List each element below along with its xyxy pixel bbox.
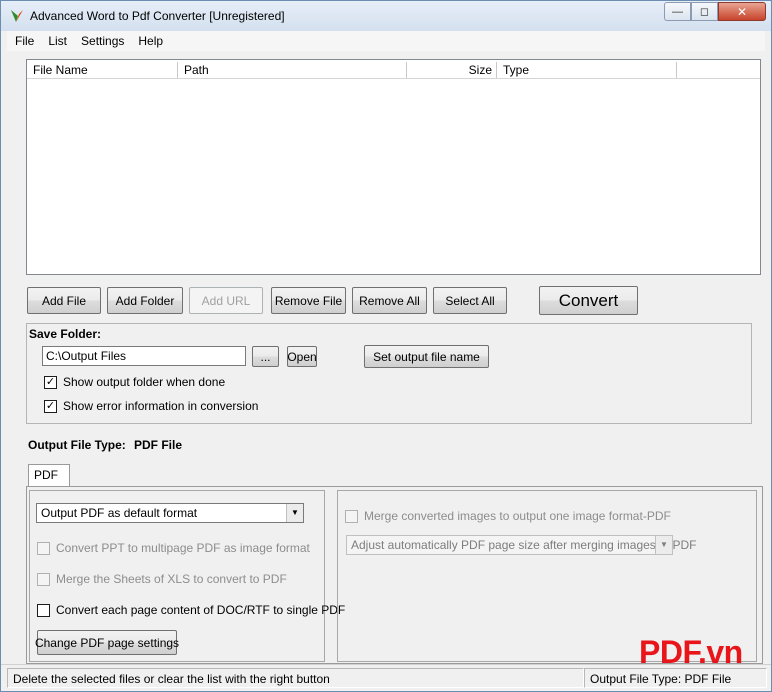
save-folder-path-field[interactable]: C:\Output Files: [42, 346, 246, 366]
file-list[interactable]: File Name Path Size Type: [26, 59, 761, 275]
minimize-button[interactable]: —: [664, 2, 691, 21]
add-url-button[interactable]: Add URL: [189, 287, 263, 314]
column-file-name[interactable]: File Name: [27, 62, 178, 78]
menu-list[interactable]: List: [40, 31, 73, 51]
menu-file[interactable]: File: [7, 31, 40, 51]
pdf-format-select-value: Output PDF as default format: [41, 506, 198, 520]
show-output-folder-label: Show output folder when done: [63, 375, 226, 389]
checkbox-unchecked-icon: [37, 603, 50, 617]
app-window: Advanced Word to Pdf Converter [Unregist…: [0, 0, 772, 692]
add-file-button[interactable]: Add File: [27, 287, 101, 314]
title-bar[interactable]: Advanced Word to Pdf Converter [Unregist…: [1, 1, 771, 31]
checkbox-checked-icon: ✓: [44, 375, 57, 389]
app-logo-icon: [11, 10, 23, 22]
ppt-multipage-label: Convert PPT to multipage PDF as image fo…: [56, 541, 310, 555]
set-output-file-name-button[interactable]: Set output file name: [364, 345, 489, 368]
watermark-logo: PDF.vn: [639, 634, 743, 670]
minimize-icon: —: [672, 5, 683, 18]
remove-all-button[interactable]: Remove All: [352, 287, 427, 314]
adjust-page-size-select-value: Adjust automatically PDF page size after…: [351, 538, 697, 552]
file-list-header: File Name Path Size Type: [27, 60, 760, 79]
maximize-button[interactable]: ◻: [691, 2, 718, 21]
checkbox-unchecked-icon: [37, 572, 50, 586]
show-error-info-checkbox[interactable]: ✓ Show error information in conversion: [44, 399, 258, 413]
tab-pdf[interactable]: PDF: [28, 464, 70, 487]
select-all-button[interactable]: Select All: [433, 287, 507, 314]
convert-button[interactable]: Convert: [539, 286, 638, 315]
checkbox-checked-icon: ✓: [44, 399, 57, 413]
output-file-type-label: Output File Type:: [28, 438, 126, 452]
each-page-single-pdf-label: Convert each page content of DOC/RTF to …: [56, 603, 346, 617]
add-folder-button[interactable]: Add Folder: [107, 287, 183, 314]
ppt-multipage-checkbox[interactable]: Convert PPT to multipage PDF as image fo…: [37, 541, 310, 555]
maximize-icon: ◻: [699, 6, 710, 18]
menu-settings[interactable]: Settings: [73, 31, 130, 51]
chevron-down-icon[interactable]: ▼: [286, 504, 303, 522]
column-type[interactable]: Type: [497, 62, 677, 78]
remove-file-button[interactable]: Remove File: [271, 287, 346, 314]
close-button[interactable]: ✕: [718, 2, 766, 21]
adjust-page-size-select[interactable]: Adjust automatically PDF page size after…: [346, 535, 696, 555]
merge-xls-checkbox[interactable]: Merge the Sheets of XLS to convert to PD…: [37, 572, 287, 586]
output-file-type-value: PDF File: [134, 438, 183, 452]
column-size[interactable]: Size: [407, 62, 497, 78]
save-folder-group: Save Folder: C:\Output Files ... Open Se…: [26, 323, 752, 424]
open-folder-button[interactable]: Open: [287, 346, 317, 367]
window-title: Advanced Word to Pdf Converter [Unregist…: [30, 9, 285, 23]
menu-bar: File List Settings Help: [7, 31, 765, 51]
pdf-options-left-group: Output PDF as default format ▼ Convert P…: [29, 490, 345, 662]
pdf-format-select[interactable]: Output PDF as default format ▼: [36, 503, 304, 523]
checkbox-unchecked-icon: [345, 509, 358, 523]
show-error-info-label: Show error information in conversion: [63, 399, 259, 413]
merge-images-label: Merge converted images to output one ima…: [364, 509, 671, 523]
column-path[interactable]: Path: [178, 62, 407, 78]
browse-folder-button[interactable]: ...: [252, 346, 279, 367]
merge-xls-label: Merge the Sheets of XLS to convert to PD…: [56, 572, 287, 586]
close-icon: ✕: [736, 4, 748, 19]
chevron-down-icon[interactable]: ▼: [655, 536, 672, 554]
change-pdf-page-settings-button[interactable]: Change PDF page settings: [35, 630, 179, 655]
menu-help[interactable]: Help: [130, 31, 169, 51]
status-message: Delete the selected files or clear the l…: [7, 668, 584, 688]
each-page-single-pdf-checkbox[interactable]: Convert each page content of DOC/RTF to …: [37, 603, 345, 617]
show-output-folder-checkbox[interactable]: ✓ Show output folder when done: [44, 375, 225, 389]
status-output-type: Output File Type: PDF File: [584, 668, 767, 688]
save-folder-label: Save Folder:: [29, 327, 102, 341]
merge-images-checkbox[interactable]: Merge converted images to output one ima…: [345, 509, 671, 523]
checkbox-unchecked-icon: [37, 541, 50, 555]
